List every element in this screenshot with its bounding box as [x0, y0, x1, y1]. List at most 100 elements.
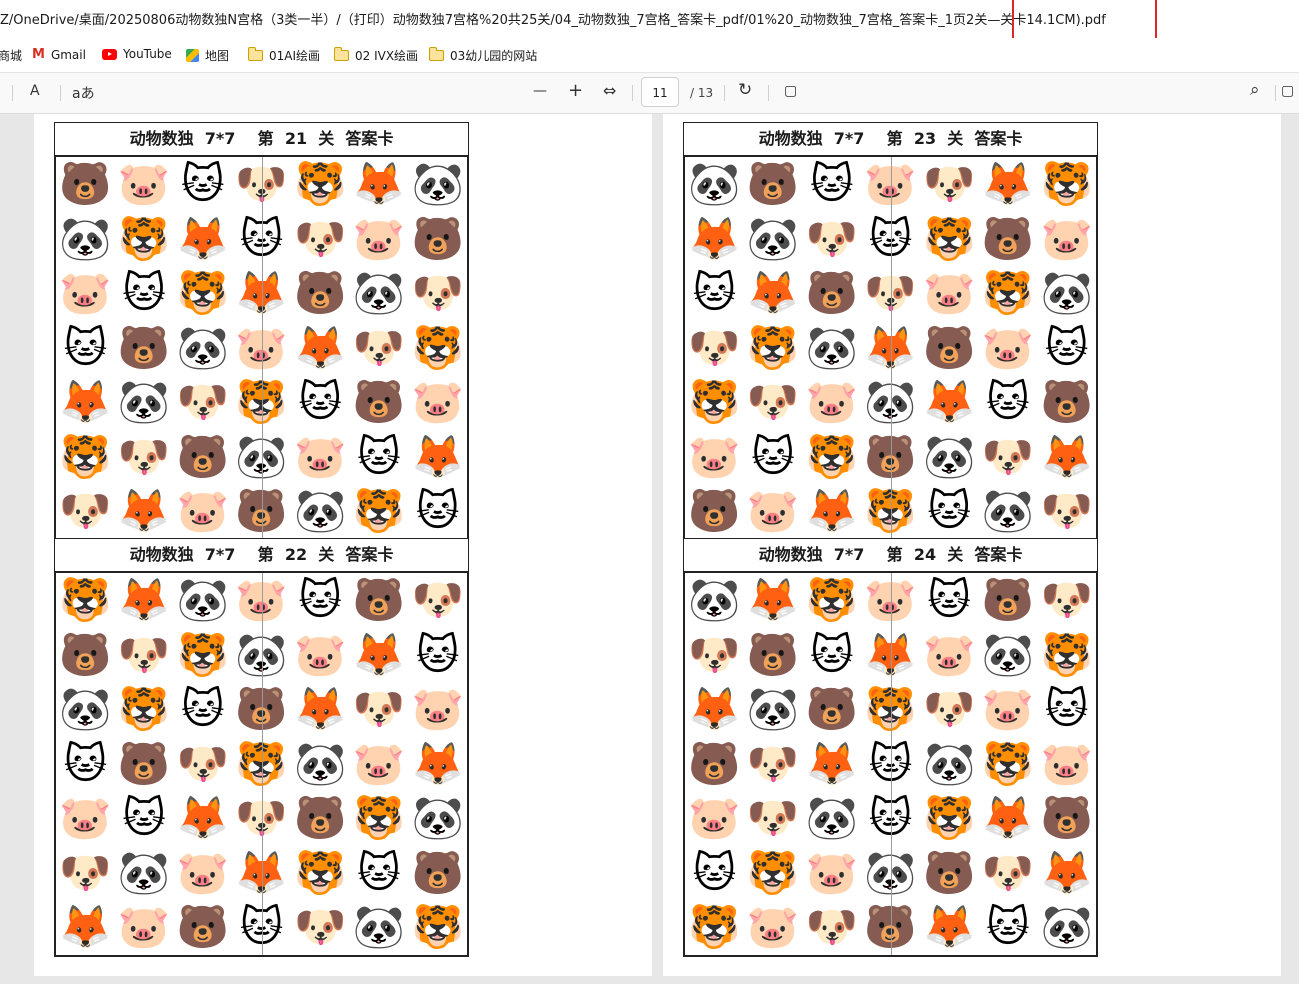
- animal-cell: 🐯: [923, 213, 976, 263]
- animal-cell: 🐻: [746, 629, 800, 679]
- bookmark-folder-ai-drawing[interactable]: 01AI绘画: [247, 47, 320, 64]
- fit-width-button[interactable]: ⇔: [603, 81, 616, 100]
- animal-cell: 🐷: [176, 847, 229, 897]
- animal-cell: 🐼: [1040, 902, 1093, 952]
- animal-cell: 🐱: [357, 431, 401, 481]
- animal-cell: 🐶: [176, 377, 229, 427]
- animal-cell: 🦊: [688, 213, 741, 263]
- animal-cell: 🐼: [294, 738, 347, 788]
- pdf-page-right: 动物数独 7*7 第 23 关 答案卡 🐼 🐻 🐱 🐷 🐶 🦊 🐯 🦊 🐼 🐶 🐱 🐯 🐻 🐷 🐱 🦊 🐻 🐶 🐷 🐯…: [663, 114, 1281, 976]
- toolbar-divider: [1275, 85, 1276, 101]
- animal-cell: 🐱: [415, 486, 460, 536]
- bookmark-folder-ivx-drawing[interactable]: 02 IVX绘画: [333, 47, 419, 64]
- animal-cell: 🐻: [981, 575, 1035, 625]
- sudoku-grid: 🐼 🦊 🐯 🐷 🐱 🐻 🐶 🐶 🐻 🐱 🦊 🐷 🐼 🐯 🦊 🐼 🐻 🐯 🐶 🐷 🐱 🐻 🐶 🦊 🐱 🐼 🐯 🐷 🐷 🐶 🐼 🐱 🐯 🦊 🐻 🐱 🐯 🐷 🐼 🐻…: [684, 572, 1097, 956]
- bookmark-label: 02 IVX绘画: [355, 49, 419, 63]
- bookmark-item-gmail[interactable]: M Gmail: [32, 47, 86, 62]
- animal-cell: 🐷: [688, 793, 741, 843]
- animal-cell: 🦊: [117, 486, 171, 536]
- animal-cell: 🐱: [1044, 684, 1089, 734]
- gmail-icon: M: [32, 47, 45, 62]
- translate-button[interactable]: aあ: [72, 83, 95, 103]
- animal-cell: 🦊: [688, 684, 741, 734]
- animal-cell: 🐶: [352, 684, 406, 734]
- animal-cell: 🐶: [1040, 486, 1093, 536]
- sudoku-grid: 🐼 🐻 🐱 🐷 🐶 🦊 🐯 🦊 🐼 🐶 🐱 🐯 🐻 🐷 🐱 🦊 🐻 🐶 🐷 🐯 🐼 🐶 🐯 🐼 🦊 🐻 🐷 🐱 🐯 🐶 🐷 🐼 🦊 🐱 🐻 🐷 🐱 🐯 🐻 🐼…: [684, 156, 1097, 540]
- animal-cell: 🐼: [805, 793, 858, 843]
- animal-cell: 🐱: [986, 377, 1030, 427]
- animal-cell: 🐱: [692, 268, 737, 318]
- animal-cell: 🦊: [411, 738, 464, 788]
- search-button[interactable]: ⌕: [1250, 80, 1260, 100]
- animal-cell: 🐯: [923, 793, 976, 843]
- page-view-button[interactable]: ▢: [784, 83, 797, 99]
- animal-cell: 🐯: [352, 486, 406, 536]
- animal-cell: 🐯: [411, 322, 464, 372]
- animal-cell: 🐷: [923, 268, 976, 318]
- animal-cell: 🐻: [176, 902, 229, 952]
- rotate-button[interactable]: ↻: [738, 80, 752, 100]
- bookmark-item-maps[interactable]: 地图: [186, 47, 229, 64]
- animal-cell: 🐼: [352, 268, 406, 318]
- animal-cell: 🐱: [751, 431, 795, 481]
- animal-cell: 🦊: [294, 322, 347, 372]
- animal-cell: 🐷: [59, 793, 112, 843]
- bookmark-label: YouTube: [123, 47, 172, 61]
- animal-cell: 🐷: [117, 902, 171, 952]
- bookmarks-bar: 商城 M Gmail YouTube 地图 01AI绘画 02 IVX绘画 03…: [0, 38, 1299, 73]
- animal-cell: 🐱: [180, 159, 225, 209]
- animal-cell: 🐶: [746, 793, 800, 843]
- animal-cell: 🐯: [352, 793, 406, 843]
- more-button[interactable]: ▢: [1281, 83, 1294, 99]
- page-number-input[interactable]: 11: [641, 77, 679, 107]
- animal-cell: 🐶: [352, 322, 406, 372]
- animal-cell: 🐷: [805, 847, 858, 897]
- animal-cell: 🐱: [809, 159, 854, 209]
- animal-cell: 🐶: [805, 902, 858, 952]
- animal-cell: 🐯: [688, 377, 741, 427]
- bookmark-item-youtube[interactable]: YouTube: [102, 47, 172, 61]
- animal-cell: 🐷: [688, 431, 741, 481]
- animal-cell: 🐱: [357, 847, 401, 897]
- folder-icon: [428, 47, 444, 61]
- animal-cell: 🐶: [117, 431, 171, 481]
- animal-cell: 🐶: [59, 847, 112, 897]
- animal-cell: 🐷: [411, 377, 464, 427]
- grid-divider: [890, 573, 892, 955]
- bookmark-label: 地图: [205, 49, 230, 63]
- animal-cell: 🐶: [117, 629, 171, 679]
- animal-cell: 🦊: [352, 629, 406, 679]
- animal-cell: 🐱: [986, 902, 1030, 952]
- folder-icon: [333, 47, 349, 61]
- animal-cell: 🐱: [927, 486, 972, 536]
- animal-cell: 🐯: [1040, 159, 1093, 209]
- bookmark-folder-kindergarten-sites[interactable]: 03幼儿园的网站: [428, 47, 537, 64]
- animal-cell: 🦊: [176, 213, 229, 263]
- youtube-icon: [102, 48, 117, 60]
- address-bar[interactable]: Z/OneDrive/桌面/20250806动物数独N宫格（3类一半）/（打印）…: [0, 0, 1299, 60]
- minus-icon: —: [533, 83, 547, 99]
- read-aloud-icon: A: [30, 83, 40, 99]
- animal-cell: 🐱: [809, 629, 854, 679]
- zoom-out-button[interactable]: —: [533, 83, 547, 99]
- url-text[interactable]: Z/OneDrive/桌面/20250806动物数独N宫格（3类一半）/（打印）…: [0, 9, 1106, 28]
- animal-cell: 🐯: [981, 268, 1035, 318]
- animal-cell: 🐼: [746, 213, 800, 263]
- animal-cell: 🐶: [746, 377, 800, 427]
- animal-cell: 🐷: [981, 684, 1035, 734]
- animal-cell: 🐼: [59, 213, 112, 263]
- animal-cell: 🐼: [176, 322, 229, 372]
- animal-cell: 🐼: [981, 486, 1035, 536]
- animal-cell: 🐼: [294, 486, 347, 536]
- bookmark-item-shop[interactable]: 商城: [0, 47, 22, 64]
- animal-cell: 🐷: [923, 629, 976, 679]
- animal-cell: 🐶: [1040, 575, 1093, 625]
- animal-cell: 🐯: [59, 431, 112, 481]
- read-aloud-button[interactable]: A: [30, 83, 40, 99]
- sudoku-grid: 🐯 🦊 🐼 🐷 🐱 🐻 🐶 🐻 🐶 🐯 🐼 🐷 🦊 🐱 🐼 🐯 🐱 🐻 🦊 🐶 🐷 🐱 🐻 🐶 🐯 🐼 🐷 🦊 🐷 🐱 🦊 🐶 🐻 🐯 🐼 🐶 🐼 🐷 🦊 🐯…: [55, 572, 468, 956]
- animal-cell: 🐯: [805, 575, 858, 625]
- animal-cell: 🦊: [294, 684, 347, 734]
- animal-cell: 🐼: [117, 847, 171, 897]
- animal-cell: 🐻: [117, 738, 171, 788]
- zoom-in-button[interactable]: +: [568, 80, 583, 101]
